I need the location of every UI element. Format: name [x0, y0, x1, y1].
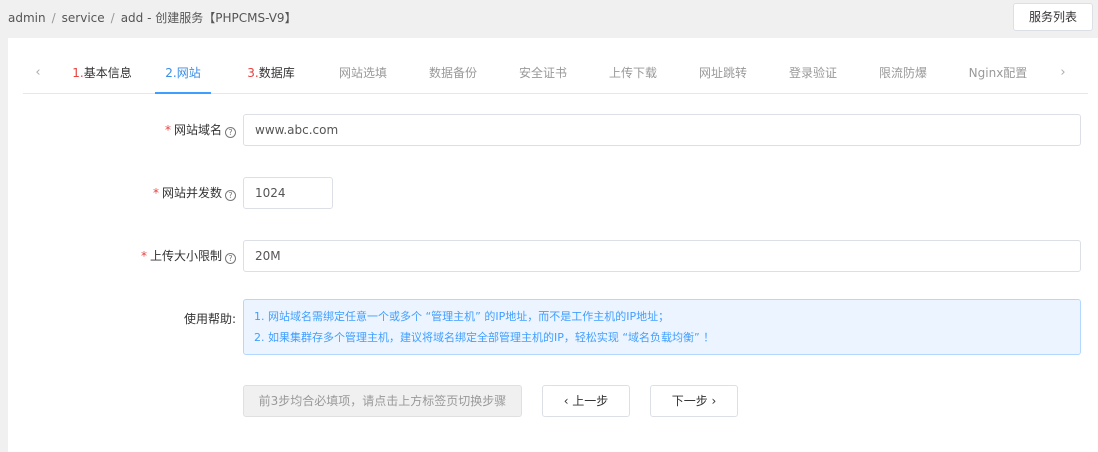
active-tab-indicator: [155, 92, 211, 94]
tab-label: 安全证书: [518, 66, 567, 80]
question-icon[interactable]: ?: [225, 253, 236, 264]
breadcrumb: admin / service / add - 创建服务【PHPCMS-V9】: [8, 9, 297, 26]
concurrency-input[interactable]: [243, 177, 333, 209]
concurrency-label-text: 网站并发数: [161, 186, 222, 200]
form-panel: ‹ 1.基本信息 2.网站 3.数据库 网站选填 数据备份 安全证书 上传下载 …: [8, 38, 1098, 452]
tab-label: 网站: [176, 66, 201, 80]
upload-limit-label-text: 上传大小限制: [149, 249, 222, 263]
tab-label: 数据备份: [428, 66, 477, 80]
upload-limit-label: * 上传大小限制?: [108, 240, 236, 272]
breadcrumb-separator: /: [110, 11, 115, 25]
page-title: - 创建服务【PHPCMS-V9】: [147, 11, 297, 25]
required-steps-hint-button: 前3步均合必填项，请点击上方标签页切换步骤: [243, 385, 522, 417]
help-line-1: 1. 网站域名需绑定任意一个或多个 “管理主机” 的IP地址，而不是工作主机的I…: [254, 310, 670, 323]
upload-limit-input[interactable]: [243, 240, 1081, 272]
tab-scroll-left-icon[interactable]: ‹: [23, 53, 53, 93]
top-bar: admin / service / add - 创建服务【PHPCMS-V9】 服务列表: [0, 0, 1098, 38]
tab-label: 上传下载: [608, 66, 657, 80]
required-mark: *: [140, 249, 147, 263]
tab-ssl-certificate[interactable]: 安全证书: [508, 53, 578, 93]
tab-label: 数据库: [258, 66, 295, 80]
breadcrumb-item-admin[interactable]: admin: [8, 11, 46, 25]
question-icon[interactable]: ?: [225, 127, 236, 138]
required-mark: *: [152, 186, 159, 200]
tab-website[interactable]: 2.网站: [155, 53, 211, 93]
help-notice: 1. 网站域名需绑定任意一个或多个 “管理主机” 的IP地址，而不是工作主机的I…: [243, 299, 1081, 355]
tab-label: 限流防爆: [878, 66, 927, 80]
tab-login-auth[interactable]: 登录验证: [778, 53, 848, 93]
service-list-button[interactable]: 服务列表: [1013, 3, 1093, 31]
breadcrumb-separator: /: [51, 11, 56, 25]
tab-scroll-right-icon[interactable]: ›: [1048, 53, 1078, 93]
tab-rate-limit[interactable]: 限流防爆: [868, 53, 938, 93]
tab-number: 1.: [72, 66, 84, 80]
tab-label: 网站选填: [338, 66, 387, 80]
domain-label-text: 网站域名: [173, 123, 222, 137]
tab-basic-info[interactable]: 1.基本信息: [67, 53, 137, 93]
tab-label: 登录验证: [788, 66, 837, 80]
tab-number: 2.: [165, 66, 177, 80]
required-mark: *: [164, 123, 171, 137]
prev-step-button[interactable]: ‹ 上一步: [542, 385, 630, 417]
tab-url-redirect[interactable]: 网址跳转: [688, 53, 758, 93]
tab-number: 3.: [247, 66, 259, 80]
help-label: 使用帮助:: [183, 312, 236, 326]
tab-website-optional[interactable]: 网站选填: [328, 53, 398, 93]
next-step-button[interactable]: 下一步 ›: [650, 385, 738, 417]
domain-label: * 网站域名?: [108, 114, 236, 146]
tab-label: 基本信息: [83, 66, 132, 80]
tab-nginx-config[interactable]: Nginx配置: [958, 53, 1038, 93]
tab-database[interactable]: 3.数据库: [241, 53, 301, 93]
tab-data-backup[interactable]: 数据备份: [418, 53, 488, 93]
concurrency-label: * 网站并发数?: [108, 177, 236, 209]
question-icon[interactable]: ?: [225, 190, 236, 201]
tab-label: 网址跳转: [698, 66, 747, 80]
breadcrumb-item-service[interactable]: service: [62, 11, 105, 25]
tab-label: Nginx配置: [968, 66, 1028, 80]
domain-input[interactable]: [243, 114, 1081, 146]
tab-bar: ‹ 1.基本信息 2.网站 3.数据库 网站选填 数据备份 安全证书 上传下载 …: [23, 53, 1088, 94]
tab-upload-download[interactable]: 上传下载: [598, 53, 668, 93]
help-line-2: 2. 如果集群存多个管理主机，建议将域名绑定全部管理主机的IP，轻松实现 “域名…: [254, 331, 715, 344]
breadcrumb-item-add: add: [120, 11, 144, 25]
